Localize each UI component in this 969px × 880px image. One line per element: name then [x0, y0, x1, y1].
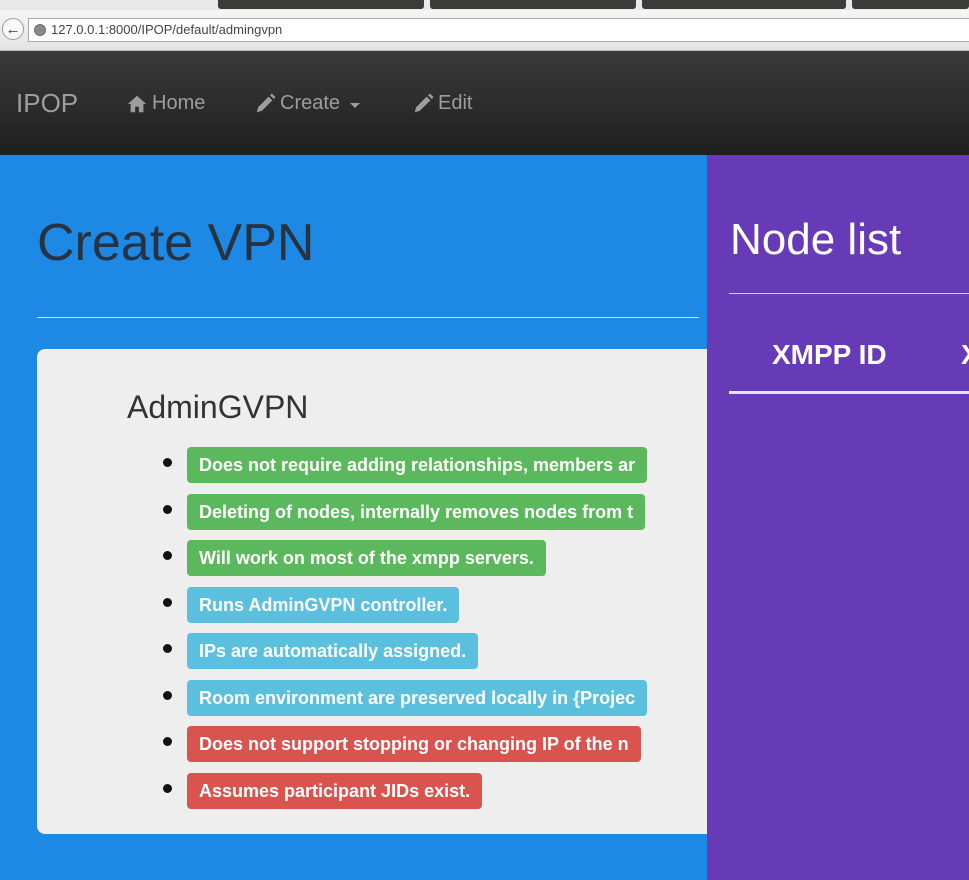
bullet-icon: [163, 458, 172, 467]
bullet-icon: [163, 783, 172, 793]
nav-create-dropdown[interactable]: Create: [254, 92, 361, 115]
arrow-left-icon: ←: [5, 21, 21, 38]
browser-tab-strip: [0, 0, 969, 10]
browser-toolbar: ← 127.0.0.1:8000/IPOP/default/admingvpn: [0, 10, 969, 51]
table-header-rule: [729, 391, 969, 394]
feature-label: Does not support stopping or changing IP…: [187, 726, 641, 762]
bullet-icon: [163, 597, 172, 607]
vpn-name-heading: AdminGVPN: [127, 389, 309, 425]
page-title: Create VPN: [37, 214, 315, 272]
table-header-next: X: [961, 339, 969, 371]
bullet-icon: [163, 690, 172, 700]
bullet-icon: [163, 737, 172, 746]
node-list-divider: [729, 293, 969, 294]
back-button[interactable]: ←: [2, 18, 24, 40]
feature-label: Does not require adding relationships, m…: [187, 447, 648, 483]
top-navbar: IPOP Home Create Edit: [0, 51, 969, 155]
feature-label: Room environment are preserved locally i…: [187, 679, 648, 716]
node-list-panel: Node list XMPP ID X: [707, 155, 969, 880]
bullet-icon: [163, 551, 172, 560]
bullet-icon: [163, 644, 172, 653]
home-icon: [127, 95, 147, 112]
nav-home[interactable]: Home: [126, 92, 205, 115]
table-header-xmpp-id: XMPP ID: [772, 339, 887, 370]
globe-icon: [34, 24, 46, 36]
browser-tab[interactable]: [218, 0, 424, 9]
nav-create-label: Create: [280, 92, 341, 114]
create-vpn-panel: Create VPN AdminGVPN Does not require ad…: [0, 155, 707, 880]
title-divider: [37, 317, 699, 318]
feature-label: Deleting of nodes, internally removes no…: [187, 493, 646, 530]
brand-link[interactable]: IPOP: [16, 88, 78, 119]
feature-label: Assumes participant JIDs exist.: [187, 772, 483, 809]
pencil-icon: [256, 92, 276, 112]
browser-tab[interactable]: [430, 0, 636, 9]
bullet-icon: [163, 504, 172, 514]
nav-edit[interactable]: Edit: [412, 92, 472, 115]
browser-tab[interactable]: [642, 0, 846, 9]
caret-down-icon: [350, 102, 361, 108]
nav-edit-label: Edit: [438, 92, 473, 114]
vpn-info-card: AdminGVPN Does not require adding relati…: [37, 349, 707, 834]
address-bar[interactable]: 127.0.0.1:8000/IPOP/default/admingvpn: [28, 18, 969, 42]
url-text: 127.0.0.1:8000/IPOP/default/admingvpn: [51, 22, 283, 37]
pencil-icon: [414, 92, 434, 112]
feature-label: Will work on most of the xmpp servers.: [187, 540, 546, 576]
node-list-title: Node list: [730, 215, 902, 264]
nav-home-label: Home: [152, 92, 206, 114]
browser-tab[interactable]: [852, 0, 969, 9]
feature-label: IPs are automatically assigned.: [187, 633, 479, 669]
feature-label: Runs AdminGVPN controller.: [187, 586, 460, 623]
